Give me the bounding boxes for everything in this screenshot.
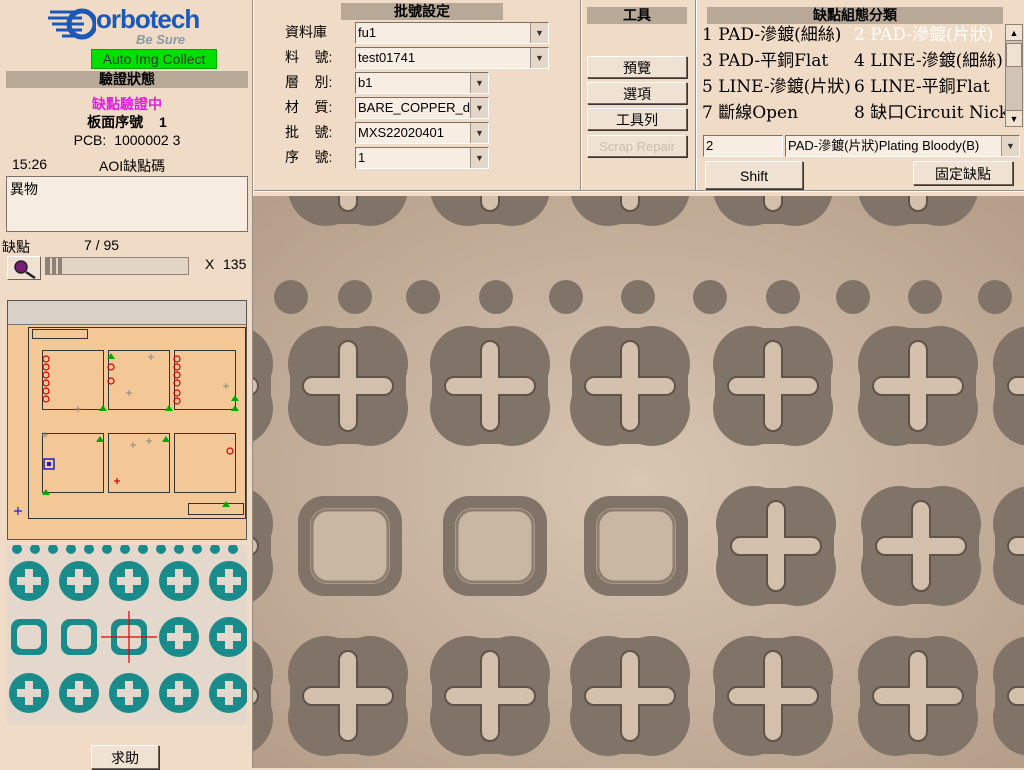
defect-count-label: 缺點: [2, 239, 30, 255]
scroll-up-icon[interactable]: ▲: [1006, 25, 1022, 41]
batch-header: 批號設定: [341, 3, 503, 20]
board-seq: 板面序號 1: [6, 112, 248, 132]
thumbnail-pattern: [9, 545, 247, 713]
scroll-down-icon[interactable]: ▼: [1006, 110, 1022, 126]
sequence-field[interactable]: 1 ▼: [355, 147, 489, 169]
scroll-thumb[interactable]: [1006, 43, 1022, 67]
defect-class-item-2[interactable]: 2 PAD-滲鍍(片狀): [854, 24, 993, 46]
board-overview-map[interactable]: [7, 300, 247, 540]
shift-button[interactable]: Shift: [705, 161, 803, 189]
defect-progress-fill: [46, 258, 62, 274]
auto-img-collect-button[interactable]: Auto Img Collect: [91, 49, 217, 69]
shift-label: Shift: [739, 168, 768, 184]
x-value: 135: [223, 256, 247, 272]
defect-thumbnail[interactable]: [7, 545, 247, 725]
x-label: X: [205, 256, 215, 272]
pcb-label: PCB:: [73, 132, 107, 148]
help-button-label: 求助: [111, 750, 139, 766]
pcb-value: 1000002 3: [114, 132, 181, 148]
defect-class-header: 缺點組態分類: [707, 7, 1003, 24]
defect-count-value: 7 / 95: [84, 237, 120, 253]
tools-divider: [695, 0, 697, 190]
tools-header: 工具: [587, 7, 687, 24]
chevron-down-icon[interactable]: ▼: [470, 148, 488, 168]
fix-defect-button[interactable]: 固定缺點: [913, 161, 1013, 185]
chevron-down-icon[interactable]: ▼: [1001, 136, 1019, 156]
chevron-down-icon[interactable]: ▼: [470, 98, 488, 118]
batch-label-3: 材 質:: [285, 99, 333, 115]
batch-number-value: MXS22020401: [358, 125, 445, 140]
time-label: 15:26: [12, 156, 48, 172]
defect-class-item-1[interactable]: 1 PAD-滲鍍(細絲): [702, 24, 841, 46]
pcb-info: PCB: 1000002 3: [6, 132, 248, 148]
scrap-repair-label: Scrap Repair: [599, 139, 675, 154]
aoi-code-label: AOI缺點碼: [99, 158, 166, 174]
defect-class-item-5[interactable]: 5 LINE-滲鍍(片狀): [702, 76, 851, 98]
batch-label-5: 序 號:: [285, 149, 333, 165]
defect-microscope-image[interactable]: [253, 196, 1024, 768]
sequence-value: 1: [358, 150, 366, 165]
help-button[interactable]: 求助: [91, 745, 159, 769]
defect-number-input[interactable]: 2: [703, 135, 783, 157]
database-field[interactable]: fu1 ▼: [355, 22, 549, 44]
defect-class-item-6[interactable]: 6 LINE-平銅Flat: [854, 76, 990, 98]
material-field[interactable]: BARE_COPPER_d ▼: [355, 97, 489, 119]
preview-button[interactable]: 預覽: [587, 56, 687, 78]
toolbar-label: 工具列: [616, 112, 658, 128]
chevron-down-icon[interactable]: ▼: [470, 73, 488, 93]
batch-label-4: 批 號:: [285, 124, 333, 140]
board-seq-label: 板面序號: [87, 114, 144, 130]
magnifier-icon: [14, 260, 36, 280]
part-number-field[interactable]: test01741 ▼: [355, 47, 549, 69]
verify-state: 缺點驗證中: [92, 96, 162, 112]
chevron-down-icon[interactable]: ▼: [530, 48, 548, 68]
fix-defect-label: 固定缺點: [935, 166, 991, 182]
verify-status-header: 驗證狀態: [6, 71, 248, 88]
material-value: BARE_COPPER_d: [358, 100, 470, 115]
defect-class-item-4[interactable]: 4 LINE-滲鍍(細絲): [854, 50, 1003, 72]
defect-text-box[interactable]: 異物: [6, 176, 248, 232]
batch-label-1: 料 號:: [285, 49, 333, 65]
defect-text: 異物: [10, 181, 38, 197]
auto-img-collect-label: Auto Img Collect: [102, 51, 206, 67]
scrap-repair-button[interactable]: Scrap Repair: [587, 135, 687, 157]
preview-label: 預覽: [623, 60, 651, 76]
defect-number-value: 2: [706, 138, 714, 153]
logo: orbotech Be Sure: [46, 4, 216, 48]
layer-field[interactable]: b1 ▼: [355, 72, 489, 94]
batch-divider: [580, 0, 582, 190]
database-value: fu1: [358, 25, 377, 40]
toolbar-button[interactable]: 工具列: [587, 108, 687, 130]
defect-class-scrollbar[interactable]: ▲ ▼: [1005, 24, 1023, 127]
defect-class-item-3[interactable]: 3 PAD-平銅Flat: [702, 50, 828, 72]
defect-class-item-8[interactable]: 8 缺口Circuit Nick: [854, 102, 1009, 124]
defect-progress-bar: [45, 257, 189, 275]
defect-type-select[interactable]: PAD-滲鍍(片狀)Plating Bloody(B) ▼: [785, 135, 1020, 157]
logo-brand: orbotech: [96, 4, 200, 34]
batch-number-field[interactable]: MXS22020401 ▼: [355, 122, 489, 144]
batch-label-0: 資料庫: [285, 24, 327, 40]
logo-tagline: Be Sure: [136, 32, 186, 47]
part-number-value: test01741: [358, 50, 416, 65]
defect-markers: [14, 353, 239, 515]
pcb-pattern: [253, 196, 1024, 768]
defect-type-value: PAD-滲鍍(片狀)Plating Bloody(B): [788, 138, 980, 153]
options-button[interactable]: 選項: [587, 82, 687, 104]
layer-value: b1: [358, 75, 373, 90]
board-seq-value: 1: [159, 114, 167, 130]
defect-class-item-7[interactable]: 7 斷線Open: [702, 102, 798, 124]
batch-label-2: 層 別:: [285, 74, 333, 90]
logo-mark-icon: [48, 8, 96, 40]
zoom-lens-button[interactable]: [7, 256, 41, 280]
options-label: 選項: [623, 86, 651, 102]
chevron-down-icon[interactable]: ▼: [470, 123, 488, 143]
chevron-down-icon[interactable]: ▼: [530, 23, 548, 43]
top-bottom-divider: [254, 190, 1024, 192]
